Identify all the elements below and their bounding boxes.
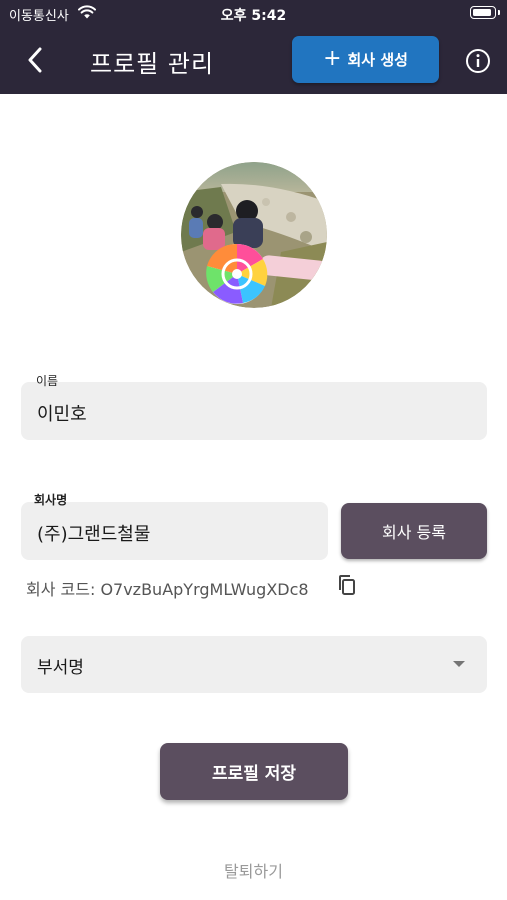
plus-icon: +	[323, 45, 342, 71]
department-select[interactable]: 부서명	[21, 636, 487, 693]
create-company-button[interactable]: + 회사 생성	[292, 36, 439, 83]
register-company-button[interactable]: 회사 등록	[341, 503, 487, 559]
company-name-field[interactable]: (주)그랜드철물	[21, 502, 328, 560]
company-code: 회사 코드: O7vzBuApYrgMLWugXDc8	[26, 580, 309, 599]
company-name-value: (주)그랜드철물	[37, 524, 151, 545]
back-button[interactable]	[18, 42, 52, 78]
status-bar: 이동통신사 오후 5:42	[0, 0, 507, 26]
department-placeholder: 부서명	[37, 658, 84, 678]
battery-icon	[470, 6, 496, 19]
company-name-label: 회사명	[34, 493, 68, 507]
dropdown-arrow-icon	[453, 661, 465, 667]
name-field[interactable]: 이민호	[21, 382, 487, 440]
save-profile-button[interactable]: 프로필 저장	[160, 743, 348, 800]
info-icon[interactable]	[465, 48, 491, 74]
page-title: 프로필 관리	[90, 50, 215, 78]
copy-icon[interactable]	[337, 574, 357, 596]
battery-tip	[498, 10, 500, 15]
profile-photo	[181, 162, 327, 308]
name-value: 이민호	[37, 404, 87, 425]
create-company-label: 회사 생성	[347, 51, 408, 69]
chevron-left-icon	[28, 47, 42, 73]
withdraw-link[interactable]: 탈퇴하기	[0, 858, 507, 882]
app-bar: 프로필 관리 + 회사 생성	[0, 26, 507, 94]
profile-avatar[interactable]	[181, 162, 327, 308]
name-label: 이름	[36, 374, 59, 388]
status-time: 오후 5:42	[220, 8, 287, 24]
